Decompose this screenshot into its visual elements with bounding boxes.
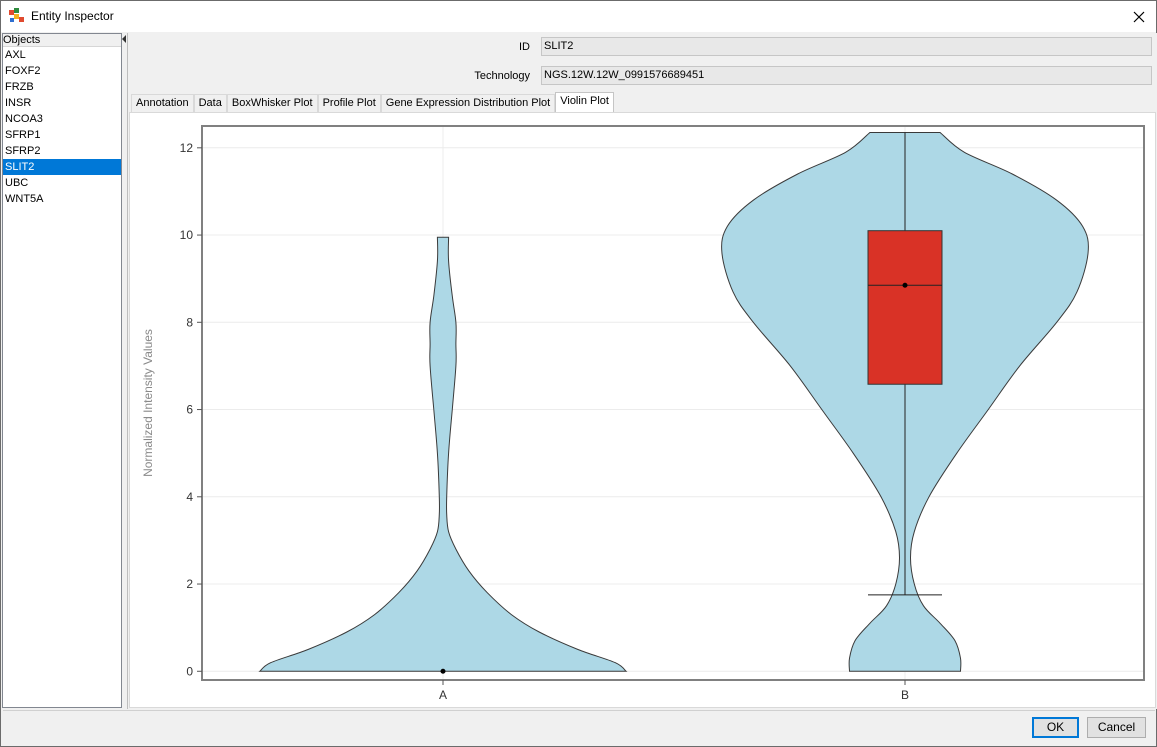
y-tick-label: 4 [186, 490, 193, 504]
objects-list: AXL FOXF2 FRZB INSR NCOA3 SFRP1 SFRP2 SLIT2 UBC W… [3, 47, 121, 207]
box-B [867, 230, 943, 385]
tab-profile-plot[interactable]: Profile Plot [317, 94, 381, 112]
tab-strip: Annotation Data BoxWhisker Plot Profile Plo… [131, 92, 614, 112]
y-tick-label: 2 [186, 577, 193, 591]
objects-header: Objects [3, 34, 121, 47]
app-icon [9, 8, 24, 22]
object-list-item[interactable]: NCOA3 [3, 111, 121, 127]
cancel-button[interactable]: Cancel [1087, 717, 1146, 738]
violin-plot-panel: 0 2 4 6 8 10 12 A B Normalized Intensity Values [129, 112, 1156, 708]
object-list-item[interactable]: SLIT2 [3, 159, 121, 175]
entity-inspector-window: Entity Inspector Objects AXL FOXF2 FRZB INS… [0, 0, 1157, 747]
object-list-item[interactable]: SFRP1 [3, 127, 121, 143]
object-list-item[interactable]: SFRP2 [3, 143, 121, 159]
objects-panel: Objects AXL FOXF2 FRZB INSR NCOA3 SFRP1 SFRP2 S… [2, 33, 122, 708]
footer-divider [3, 710, 1155, 711]
object-list-item[interactable]: FRZB [3, 79, 121, 95]
tab-gene-expression-distribution-plot[interactable]: Gene Expression Distribution Plot [380, 94, 556, 112]
object-list-item[interactable]: INSR [3, 95, 121, 111]
x-tick-label: B [901, 688, 909, 702]
window-title: Entity Inspector [31, 9, 114, 23]
object-list-item[interactable]: FOXF2 [3, 63, 121, 79]
median-point [440, 668, 446, 674]
object-list-item[interactable]: UBC [3, 175, 121, 191]
id-field[interactable]: SLIT2 [541, 37, 1152, 56]
close-button[interactable] [1122, 1, 1156, 32]
tab-violin-plot[interactable]: Violin Plot [555, 92, 614, 112]
tab-data[interactable]: Data [193, 94, 227, 112]
title-bar: Entity Inspector [1, 1, 1156, 32]
y-axis-label: Normalized Intensity Values [141, 329, 155, 477]
y-tick-label: 10 [180, 228, 194, 242]
violin-plot-chart: 0 2 4 6 8 10 12 A B Normalized Intensity Values [141, 125, 1145, 702]
technology-field[interactable]: NGS.12W.12W_0991576689451 [541, 66, 1152, 85]
y-tick-label: 6 [186, 403, 193, 417]
technology-label: Technology [474, 70, 530, 82]
object-list-item[interactable]: AXL [3, 47, 121, 63]
y-tick-label: 12 [180, 141, 194, 155]
y-tick-label: 0 [186, 664, 193, 678]
object-list-item[interactable]: WNT5A [3, 191, 121, 207]
ok-button[interactable]: OK [1032, 717, 1079, 738]
x-tick-label: A [439, 688, 447, 702]
detail-panel: ID SLIT2 Technology NGS.12W.12W_09915766… [127, 33, 1157, 709]
id-label: ID [519, 41, 530, 53]
tab-boxwhisker-plot[interactable]: BoxWhisker Plot [226, 94, 318, 112]
median-point [902, 282, 908, 288]
tab-annotation[interactable]: Annotation [131, 94, 194, 112]
close-icon [1133, 11, 1145, 22]
y-tick-label: 8 [186, 315, 193, 329]
